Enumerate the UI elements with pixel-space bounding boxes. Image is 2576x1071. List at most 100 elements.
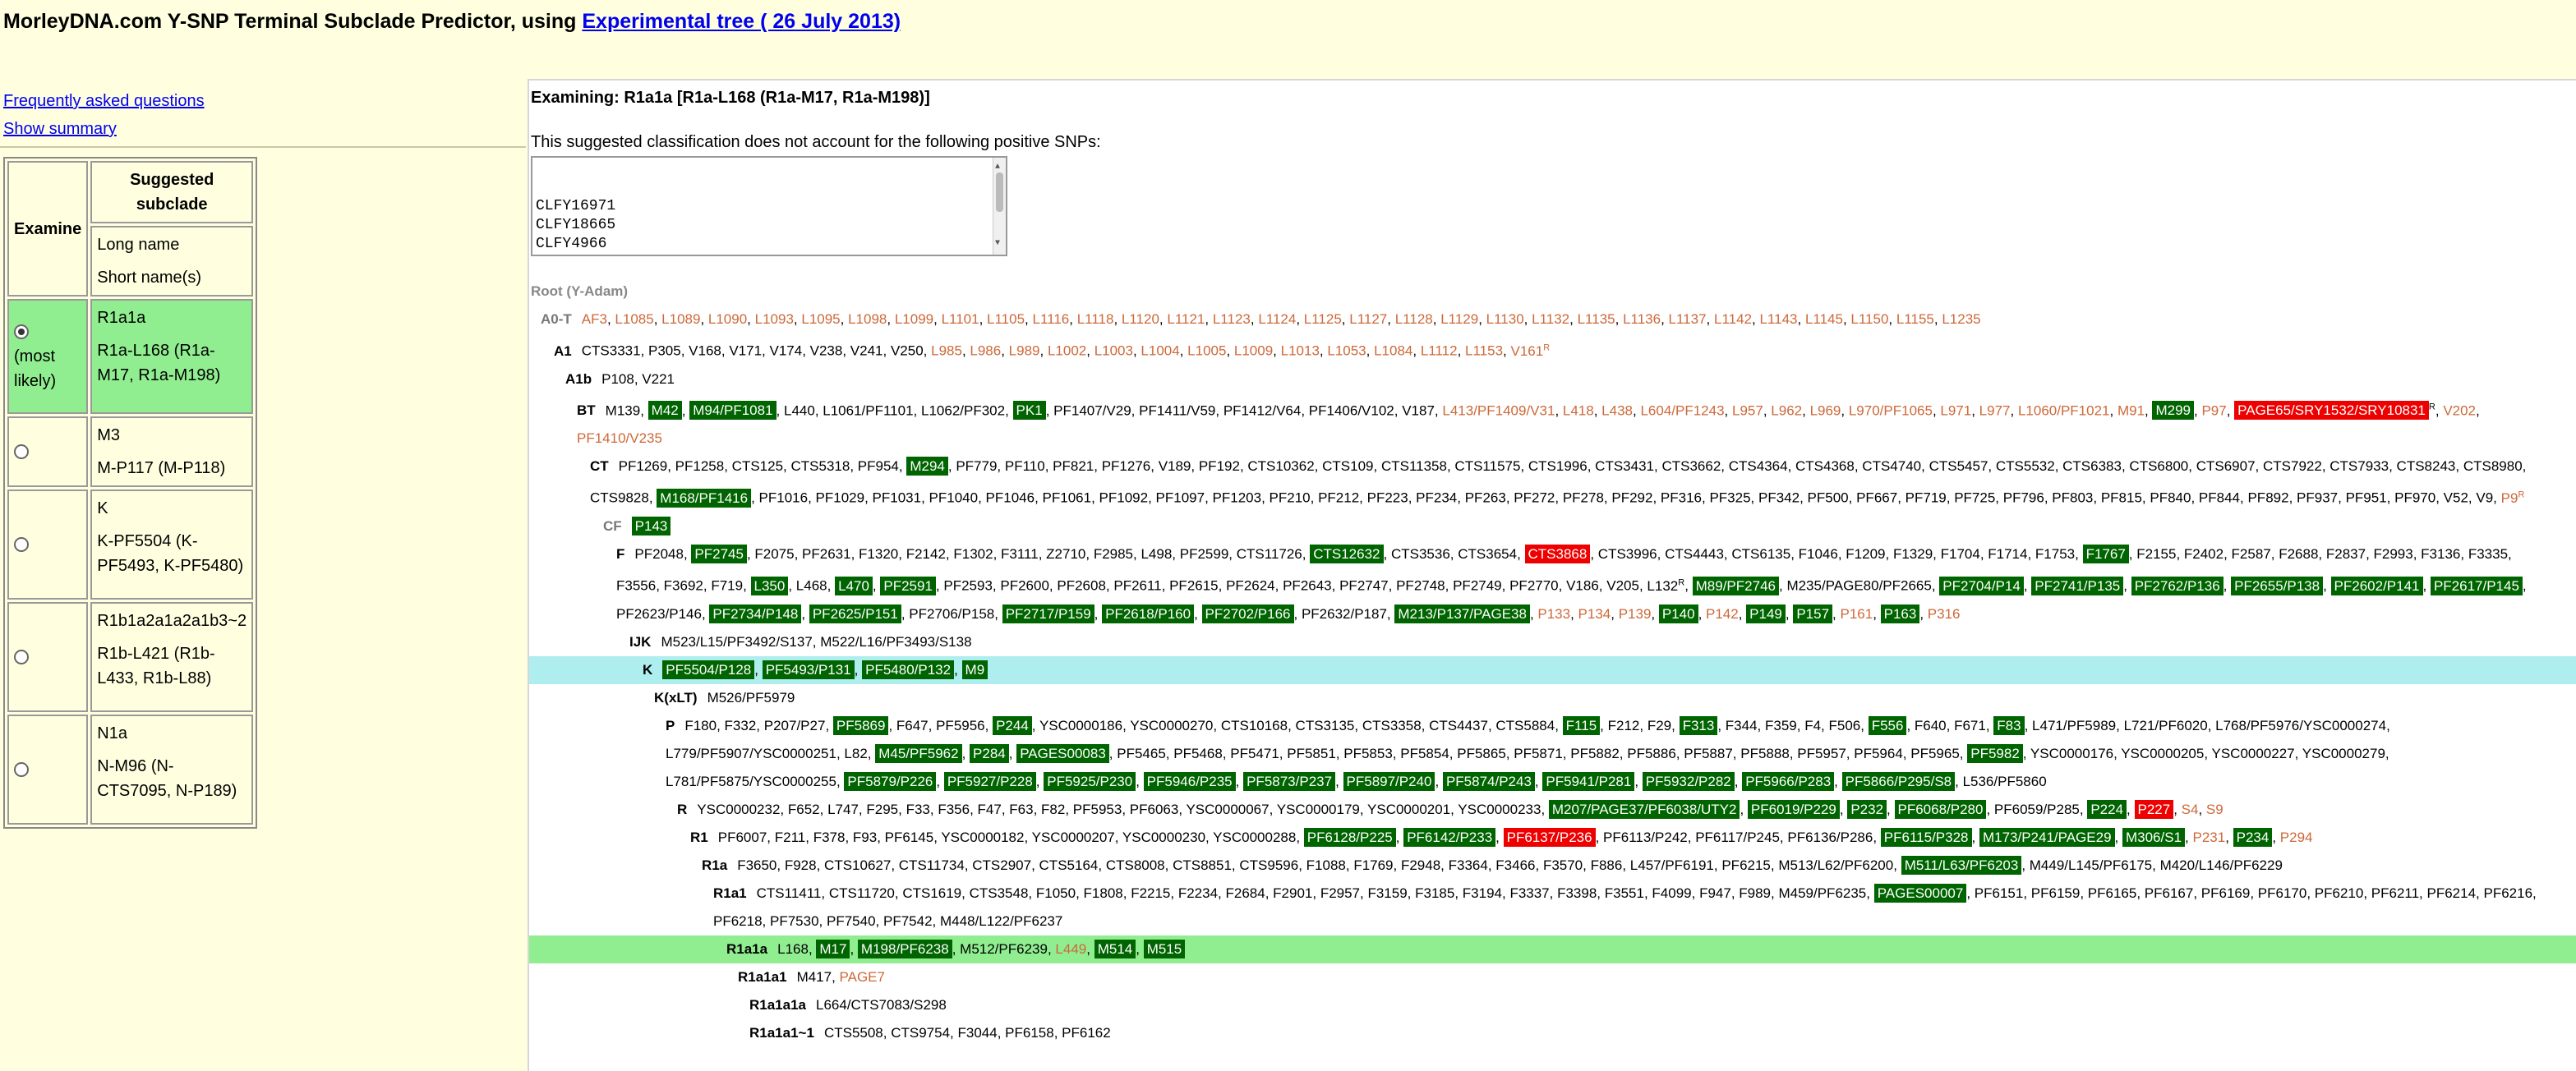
snp: CTS1619 <box>902 885 962 901</box>
snp: L1153 <box>1465 342 1504 359</box>
snp: F2993 <box>2373 545 2413 562</box>
snp: F3692 <box>663 577 703 594</box>
snp: CTS8008 <box>1105 857 1165 873</box>
snp: PF796 <box>2002 490 2044 506</box>
tree-node-r1a: R1a F3650, F928, CTS10627, CTS11734, CTS2… <box>702 855 2283 875</box>
node-label: F <box>616 545 625 562</box>
snp: CTS5457 <box>1929 458 1988 475</box>
snp: PF2632/P187 <box>1301 605 1387 622</box>
examine-radio[interactable] <box>14 650 29 664</box>
snp: M45/PF5962 <box>875 743 962 763</box>
long-name-header: Long name <box>97 236 180 254</box>
snp: PF2734/P148 <box>709 604 802 623</box>
snp: PF5927/P228 <box>943 771 1036 791</box>
snp: M511/L63/PF6203 <box>1901 855 2022 875</box>
snp: PF6210 <box>2314 885 2364 901</box>
subclade-row[interactable]: R1b1a2a1a2a1b3~2 R1b-L421 (R1b-L433, R1b-… <box>7 602 254 712</box>
subclade-row[interactable]: (most likely) R1a1a R1a-L168 (R1a-M17, R1a… <box>7 299 254 414</box>
node-label: R1a1a1~1 <box>749 1024 814 1041</box>
examine-radio[interactable] <box>14 324 29 339</box>
snp: F1050 <box>1035 885 1076 901</box>
tree-node-ijk: IJK M523/L15/PF3492/S137, M522/L16/PF3493… <box>629 633 972 650</box>
textarea-scrollbar[interactable]: ▲ ▼ <box>993 158 1006 255</box>
snp: M448/L122/PF6237 <box>940 912 1063 929</box>
examine-radio[interactable] <box>14 537 29 552</box>
examining-title: Examining: R1a1a [R1a-L168 (R1a-M17, R1a… <box>531 89 930 107</box>
snp: PF5873/P237 <box>1243 771 1336 791</box>
subclade-short-name: R1a-L168 (R1a-M17, R1a-M198) <box>97 342 221 384</box>
tree-link[interactable]: Experimental tree ( 26 July 2013) <box>582 10 901 33</box>
snp: CTS5532 <box>1995 458 2055 475</box>
snp: M235/PAGE80/PF2665 <box>1786 577 1932 594</box>
snp: F33 <box>906 801 930 817</box>
examine-radio[interactable] <box>14 444 29 459</box>
snp: PF6162 <box>1062 1024 1111 1041</box>
snp: PF2618/P160 <box>1102 604 1195 623</box>
snp: CTS4364 <box>1728 458 1788 475</box>
snp: PK1 <box>1012 401 1046 421</box>
snp: PF5888 <box>1740 745 1790 761</box>
snp: PF6115/P328 <box>1880 827 1972 847</box>
snp: CTS3331 <box>581 342 641 359</box>
suggested-header: Suggested subclade <box>90 161 254 223</box>
examine-radio[interactable] <box>14 762 29 777</box>
snp: V241 <box>850 342 883 359</box>
snp: PAGE65/SRY1532/SRY10831 <box>2234 401 2429 421</box>
snp: PF2617/P145 <box>2430 576 2523 595</box>
show-summary-link[interactable]: Show summary <box>3 115 205 143</box>
snp: F886 <box>1590 857 1623 873</box>
tree-node-bt: BT M139, M42, M94/PF1081, L440, L1061/PF1… <box>577 401 2480 447</box>
snp: P97 <box>2201 402 2227 419</box>
node-label: A1b <box>565 370 592 387</box>
snp: P316 <box>1927 605 1961 622</box>
snp: L1235 <box>1942 311 1981 327</box>
node-label: R1a1a1 <box>738 968 787 985</box>
snp: PF6142/P233 <box>1403 827 1496 847</box>
subclade-short-name: M-P117 (M-P118) <box>97 459 226 477</box>
snp: PF6137/P236 <box>1503 827 1596 847</box>
snp: F212 <box>1607 717 1640 733</box>
snp: L664/CTS7083/S298 <box>816 996 947 1013</box>
scroll-thumb[interactable] <box>996 172 1003 212</box>
snp: V238 <box>809 342 843 359</box>
snp: L977 <box>1979 402 2011 419</box>
snp: PF5468 <box>1173 745 1223 761</box>
snp: L1121 <box>1167 311 1205 327</box>
snp: PF7540 <box>827 912 876 929</box>
snp: YSC0000067 <box>1186 801 1270 817</box>
snp: PF667 <box>1856 490 1898 506</box>
snp: L449 <box>1055 940 1087 957</box>
subclade-cell: R1a1a R1a-L168 (R1a-M17, R1a-M198) <box>90 299 254 414</box>
snp: CTS3548 <box>969 885 1029 901</box>
snp: PF2593 <box>943 577 993 594</box>
snp: CTS4740 <box>1862 458 1922 475</box>
snp: CTS109 <box>1322 458 1374 475</box>
snp: PF2591 <box>880 576 936 595</box>
subclade-row[interactable]: K K-PF5504 (K-PF5493, K-PF5480) <box>7 490 254 600</box>
subclade-row[interactable]: M3 M-P117 (M-P118) <box>7 416 254 487</box>
snp: PF5925/P230 <box>1044 771 1136 791</box>
snp: CTS2907 <box>972 857 1032 873</box>
snp: F3044 <box>957 1024 998 1041</box>
tree-nodes: A0-T AF3, L1085, L1089, L1090, L1093, L10… <box>529 306 2576 1047</box>
snp: V250 <box>890 342 924 359</box>
subclade-row[interactable]: N1a N-M96 (N-CTS7095, N-P189) <box>7 715 254 825</box>
snp: F1046 <box>1798 545 1838 562</box>
snp: L962 <box>1771 402 1803 419</box>
snp: M459/PF6235 <box>1778 885 1867 901</box>
snp: F313 <box>1679 715 1718 735</box>
snp: F671 <box>1954 717 1986 733</box>
snp: CTS7933 <box>2329 458 2389 475</box>
unaccounted-snps-textarea[interactable]: CLFY16971 CLFY18665 CLFY4966 CTS11948 CT… <box>531 156 1007 256</box>
snp: CTS3996 <box>1597 545 1657 562</box>
snp: PF937 <box>2297 490 2339 506</box>
snp: L468 <box>795 577 827 594</box>
snp: F947 <box>1699 885 1731 901</box>
faq-link[interactable]: Frequently asked questions <box>3 87 205 115</box>
snp: L1098 <box>848 311 887 327</box>
snp: PAGE7 <box>839 968 885 985</box>
snp: F2957 <box>1320 885 1361 901</box>
snp: L986 <box>970 342 1002 359</box>
scroll-down-icon[interactable]: ▼ <box>995 234 1000 253</box>
snp: PF7530 <box>770 912 819 929</box>
